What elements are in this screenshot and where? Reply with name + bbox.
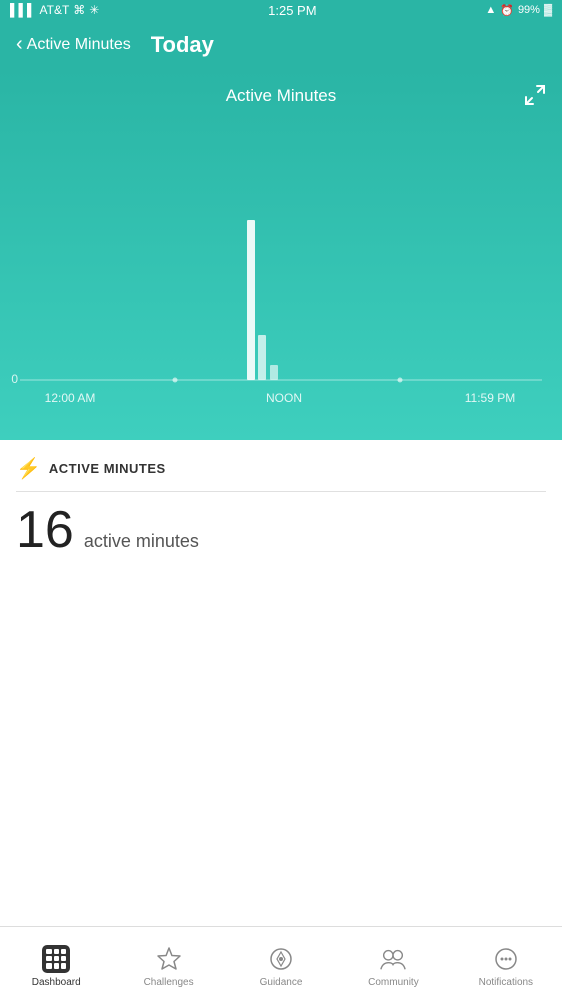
svg-text:NOON: NOON	[266, 391, 302, 405]
chart-area: Active Minutes 0 12:00 AM NOON 11:59 PM	[0, 70, 562, 440]
location-icon: ▲	[485, 4, 496, 16]
svg-text:12:00 AM: 12:00 AM	[45, 391, 96, 405]
community-icon	[379, 945, 407, 973]
carrier-label: AT&T	[40, 3, 70, 17]
challenges-icon	[155, 945, 183, 973]
section-title: ACTIVE MINUTES	[49, 461, 166, 476]
back-label: Active Minutes	[27, 36, 131, 54]
notifications-icon	[492, 945, 520, 973]
nav-header: ‹ Active Minutes Today	[0, 20, 562, 70]
stat-unit: active minutes	[84, 531, 199, 552]
lightning-icon: ⚡	[16, 456, 41, 481]
signal-icon: ▌▌▌	[10, 3, 36, 17]
stat-value: 16	[16, 504, 74, 556]
battery-label: 99%	[518, 4, 540, 16]
tab-dashboard[interactable]: Dashboard	[0, 939, 112, 988]
tab-guidance[interactable]: Guidance	[225, 939, 337, 988]
chart-title: Active Minutes	[0, 70, 562, 106]
tab-guidance-label: Guidance	[260, 977, 303, 988]
content-area: ⚡ ACTIVE MINUTES 16 active minutes	[0, 440, 562, 556]
chart-svg-wrapper: 0 12:00 AM NOON 11:59 PM	[0, 140, 562, 440]
stat-row: 16 active minutes	[16, 504, 546, 556]
tab-dashboard-label: Dashboard	[32, 977, 81, 988]
page-title: Today	[151, 32, 214, 58]
svg-text:11:59 PM: 11:59 PM	[465, 391, 515, 405]
tab-notifications-label: Notifications	[479, 977, 533, 988]
back-chevron-icon: ‹	[16, 34, 23, 54]
back-button[interactable]: ‹ Active Minutes	[16, 36, 131, 54]
svg-text:0: 0	[11, 372, 18, 386]
wifi-icon: ⌘	[73, 3, 85, 17]
activity-icon: ✳	[89, 3, 99, 17]
status-time: 1:25 PM	[268, 3, 316, 18]
guidance-icon	[267, 945, 295, 973]
tab-notifications[interactable]: Notifications	[450, 939, 562, 988]
battery-icon: ▓	[544, 4, 552, 16]
status-left: ▌▌▌ AT&T ⌘ ✳	[10, 3, 99, 17]
chart-svg: 0 12:00 AM NOON 11:59 PM	[0, 140, 562, 440]
status-bar: ▌▌▌ AT&T ⌘ ✳ 1:25 PM ▲ ⏰ 99% ▓	[0, 0, 562, 20]
tab-bar: Dashboard Challenges Guidance	[0, 926, 562, 999]
section-header: ⚡ ACTIVE MINUTES	[16, 456, 546, 492]
expand-icon[interactable]	[524, 84, 546, 112]
dashboard-icon	[42, 945, 70, 973]
tab-community[interactable]: Community	[337, 939, 449, 988]
tab-challenges-label: Challenges	[144, 977, 194, 988]
tab-challenges[interactable]: Challenges	[112, 939, 224, 988]
tab-community-label: Community	[368, 977, 419, 988]
alarm-icon: ⏰	[500, 4, 514, 17]
status-right: ▲ ⏰ 99% ▓	[485, 4, 552, 17]
